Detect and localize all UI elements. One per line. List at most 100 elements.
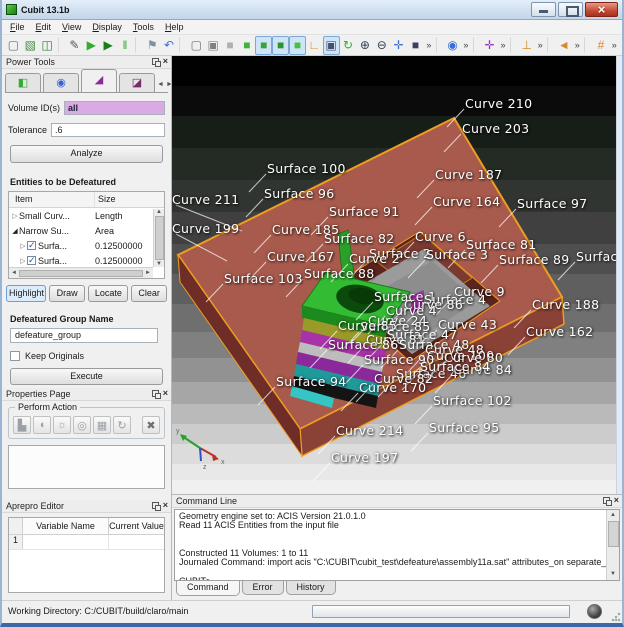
row-checkbox[interactable] (27, 256, 36, 265)
scroll-thumb[interactable] (155, 216, 164, 260)
variable-name-cell[interactable] (23, 535, 109, 549)
open-file-button[interactable]: ▧ (22, 36, 39, 55)
smooth-shade-display-button[interactable]: ■ (255, 36, 272, 55)
locate-button[interactable]: Locate (88, 285, 128, 302)
step-journal-button[interactable]: ▶ (100, 36, 117, 55)
draw-button[interactable]: Draw (49, 285, 86, 302)
group-name-input[interactable]: defeature_group (10, 328, 158, 343)
hiddenline-display-button[interactable]: ▣ (205, 36, 222, 55)
plane-tool-button[interactable]: # (593, 36, 610, 55)
search-action-icon[interactable]: ◎ (73, 416, 91, 434)
geometry-power-tab[interactable]: ◧ (5, 73, 41, 92)
variable-name-column[interactable]: Variable Name (23, 518, 109, 534)
row-checkbox[interactable] (27, 241, 36, 250)
expander-icon[interactable]: ◢ (11, 227, 19, 235)
refresh-graphics-button[interactable]: ↻ (340, 36, 357, 55)
highlight-display-button[interactable]: ■ (289, 36, 306, 55)
aprepro-row[interactable]: 1 (9, 535, 164, 550)
pause-journal-button[interactable]: ‖ (117, 36, 134, 55)
tree-column-size[interactable]: Size (95, 192, 153, 207)
clear-button[interactable]: Clear (131, 285, 167, 302)
reset-filter-icon[interactable]: ✖ (142, 416, 160, 434)
minimize-button[interactable] (531, 2, 556, 17)
overflow-chevron[interactable]: » (572, 36, 582, 55)
toolbar-button[interactable] (436, 37, 442, 53)
view-globe-button[interactable]: ◉ (444, 36, 461, 55)
menu-item[interactable]: Help (160, 21, 189, 33)
execute-button[interactable]: Execute (10, 368, 163, 385)
transparent-display-button[interactable]: ■ (222, 36, 239, 55)
tree-row[interactable]: ▷ Small Curv... Length (9, 208, 164, 223)
zoom-in-button[interactable]: ⊕ (356, 36, 373, 55)
toolbar-button[interactable] (510, 37, 516, 53)
assembly-power-tab[interactable]: ◪ (119, 73, 155, 92)
grid-action-icon[interactable]: ▦ (93, 416, 111, 434)
journal-editor-button[interactable]: ✎ (66, 36, 83, 55)
toolbar-button[interactable] (547, 37, 553, 53)
tree-vertical-scrollbar[interactable]: ▲ ▼ (153, 209, 164, 267)
expander-icon[interactable]: ▷ (19, 242, 27, 250)
expander-icon[interactable]: ▷ (11, 212, 19, 220)
error-tab[interactable]: Error (242, 581, 284, 595)
menu-item[interactable]: View (57, 21, 86, 33)
graphics-viewport[interactable]: x y z Curve 210Curve 203Surface 100Curve… (172, 56, 616, 494)
resize-grip[interactable] (611, 612, 621, 622)
toolbar-button[interactable] (584, 37, 590, 53)
current-value-cell[interactable] (109, 535, 164, 549)
menu-item[interactable]: File (5, 21, 30, 33)
tab-scroll-left-icon[interactable]: ◄ (157, 81, 164, 88)
save-button[interactable]: ◫ (39, 36, 56, 55)
tolerance-input[interactable]: .6 (51, 123, 165, 137)
maximize-button[interactable] (558, 2, 583, 17)
scroll-thumb[interactable] (608, 521, 619, 547)
graphics-clipping-button[interactable]: ▣ (323, 36, 340, 55)
console-scrollbar[interactable]: ▲ ▼ (606, 510, 619, 580)
overflow-chevron[interactable]: » (535, 36, 545, 55)
overflow-chevron[interactable]: » (424, 36, 434, 55)
mesh-display-button[interactable]: ■ (272, 36, 289, 55)
mesh-action-icon[interactable]: ▙ (13, 416, 31, 434)
history-tab[interactable]: History (286, 581, 336, 595)
menu-item[interactable]: Display (87, 21, 127, 33)
mesh-power-tab[interactable]: ◉ (43, 73, 79, 92)
overflow-chevron[interactable]: » (461, 36, 471, 55)
overflow-chevron[interactable]: » (609, 36, 619, 55)
float-panel-icon[interactable] (152, 502, 159, 509)
expander-icon[interactable]: ▷ (19, 257, 27, 265)
perspective-button[interactable]: ∟ (306, 36, 323, 55)
render-window-button[interactable]: ■ (407, 36, 424, 55)
console-output[interactable]: Geometry engine set to: ACIS Version 21.… (174, 509, 620, 581)
scroll-up-icon[interactable]: ▲ (610, 511, 616, 520)
undo-button[interactable]: ↶ (161, 36, 178, 55)
highlight-button[interactable]: Highlight (6, 285, 46, 302)
aprepro-table[interactable]: Variable Name Current Value 1 (8, 517, 165, 593)
defeature-tree[interactable]: Item Size ▷ Small Curv... Length (8, 191, 165, 279)
scroll-left-icon[interactable]: ◄ (11, 270, 17, 276)
titlebar[interactable]: Cubit 13.1b (2, 0, 622, 20)
volume-id-input[interactable]: all (64, 101, 165, 115)
axis-tool-button[interactable]: ◄ (555, 36, 572, 55)
tree-column-item[interactable]: Item (9, 192, 95, 207)
command-tab[interactable]: Command (176, 581, 240, 596)
close-panel-icon[interactable]: × (163, 58, 168, 65)
scroll-down-icon[interactable]: ▼ (610, 570, 616, 579)
scroll-thumb[interactable] (19, 270, 143, 277)
analyze-button[interactable]: Analyze (10, 145, 163, 163)
toolbar-button[interactable] (179, 37, 185, 53)
pan-view-button[interactable]: ✛ (390, 36, 407, 55)
scroll-down-icon[interactable]: ▼ (156, 261, 162, 267)
menu-item[interactable]: Tools (128, 21, 159, 33)
flag-button[interactable]: ⚑ (144, 36, 161, 55)
scroll-right-icon[interactable]: ► (145, 270, 151, 276)
refresh-action-icon[interactable]: ↻ (113, 416, 131, 434)
new-file-button[interactable]: ▢ (5, 36, 22, 55)
toolbar-button[interactable] (473, 37, 479, 53)
tree-row[interactable]: ▷ Surfa... 0.12500000 (9, 253, 164, 268)
play-journal-button[interactable]: ▶ (83, 36, 100, 55)
geometry-action-icon[interactable]: ◖ (33, 416, 51, 434)
tree-row[interactable]: ▷ Surfa... 0.12500000 (9, 238, 164, 253)
scroll-up-icon[interactable]: ▲ (156, 209, 162, 215)
close-panel-icon[interactable]: × (163, 390, 168, 397)
overflow-chevron[interactable]: » (498, 36, 508, 55)
toolbar-button[interactable] (135, 37, 141, 53)
